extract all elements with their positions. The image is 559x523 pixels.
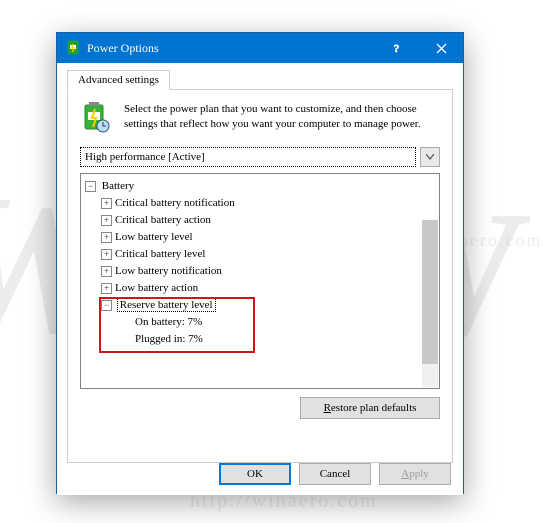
power-plan-selected-value: High performance [Active] (85, 151, 205, 163)
tree-node-critical-battery-action[interactable]: +Critical battery action (101, 212, 437, 229)
tree-node-battery[interactable]: − Battery +Critical battery notification… (85, 178, 437, 348)
dialog-buttons: OK Cancel Apply (215, 463, 451, 485)
restore-row: Restore plan defaults (80, 397, 440, 419)
tree-node-low-battery-notification[interactable]: +Low battery notification (101, 263, 437, 280)
tree-node-low-battery-level[interactable]: +Low battery level (101, 229, 437, 246)
tree-label: Critical battery action (115, 214, 211, 226)
tree-content: − Battery +Critical battery notification… (85, 178, 437, 348)
intro-text: Select the power plan that you want to c… (124, 102, 440, 137)
scrollbar-thumb[interactable] (422, 220, 438, 364)
tree-label: Critical battery notification (115, 197, 235, 209)
scrollbar-track[interactable] (422, 220, 438, 387)
reserve-on-battery-label: On battery: (135, 316, 185, 328)
expand-icon[interactable]: + (101, 266, 112, 277)
tree-label: Low battery notification (115, 265, 222, 277)
power-plan-dropdown-button[interactable] (420, 147, 440, 167)
tree-label: Low battery level (115, 231, 193, 243)
settings-tree: − Battery +Critical battery notification… (80, 173, 440, 389)
apply-button[interactable]: Apply (379, 463, 451, 485)
reserve-plugged-in-label: Plugged in: (135, 333, 185, 345)
advanced-settings-panel: Select the power plan that you want to c… (67, 89, 453, 463)
tree-label-selected: Reserve battery level (118, 299, 215, 311)
cancel-button[interactable]: Cancel (299, 463, 371, 485)
tree-label: Battery (102, 180, 134, 192)
collapse-icon[interactable]: − (85, 181, 96, 192)
chevron-down-icon (426, 154, 434, 160)
battery-plan-icon (80, 102, 114, 137)
titlebar: Power Options ? (57, 33, 463, 63)
reserve-on-battery-value: 7% (188, 316, 203, 328)
reserve-plugged-in-value: 7% (188, 333, 203, 345)
tree-label: Low battery action (115, 282, 198, 294)
reserve-plugged-in-row[interactable]: Plugged in: 7% (135, 331, 437, 348)
svg-text:?: ? (394, 43, 399, 54)
tree-node-reserve-battery-level[interactable]: − Reserve battery level On battery: 7% (101, 297, 437, 348)
expand-icon[interactable]: + (101, 283, 112, 294)
close-button[interactable] (419, 33, 463, 63)
intro-row: Select the power plan that you want to c… (80, 102, 440, 137)
tree-node-low-battery-action[interactable]: +Low battery action (101, 280, 437, 297)
tree-label: Critical battery level (115, 248, 205, 260)
expand-icon[interactable]: + (101, 215, 112, 226)
expand-icon[interactable]: + (101, 232, 112, 243)
reserve-on-battery-row[interactable]: On battery: 7% (135, 314, 437, 331)
dialog-client-area: Advanced settings Select the power plan … (57, 63, 463, 495)
ok-button[interactable]: OK (219, 463, 291, 485)
expand-icon[interactable]: + (101, 198, 112, 209)
restore-defaults-button[interactable]: Restore plan defaults (300, 397, 440, 419)
tab-label: Advanced settings (78, 74, 159, 86)
collapse-icon[interactable]: − (101, 300, 112, 311)
tree-node-critical-battery-notification[interactable]: +Critical battery notification (101, 195, 437, 212)
tree-node-critical-battery-level[interactable]: +Critical battery level (101, 246, 437, 263)
expand-icon[interactable]: + (101, 249, 112, 260)
reserve-values: On battery: 7% Plugged in: 7% (101, 314, 437, 348)
power-plan-row: High performance [Active] (80, 147, 440, 167)
power-plan-select[interactable]: High performance [Active] (80, 147, 416, 167)
power-options-icon (65, 40, 81, 56)
window-title: Power Options (87, 41, 375, 56)
power-options-dialog: Power Options ? Advanced settings (56, 32, 464, 494)
tab-advanced-settings[interactable]: Advanced settings (67, 70, 170, 90)
help-button[interactable]: ? (375, 33, 419, 63)
